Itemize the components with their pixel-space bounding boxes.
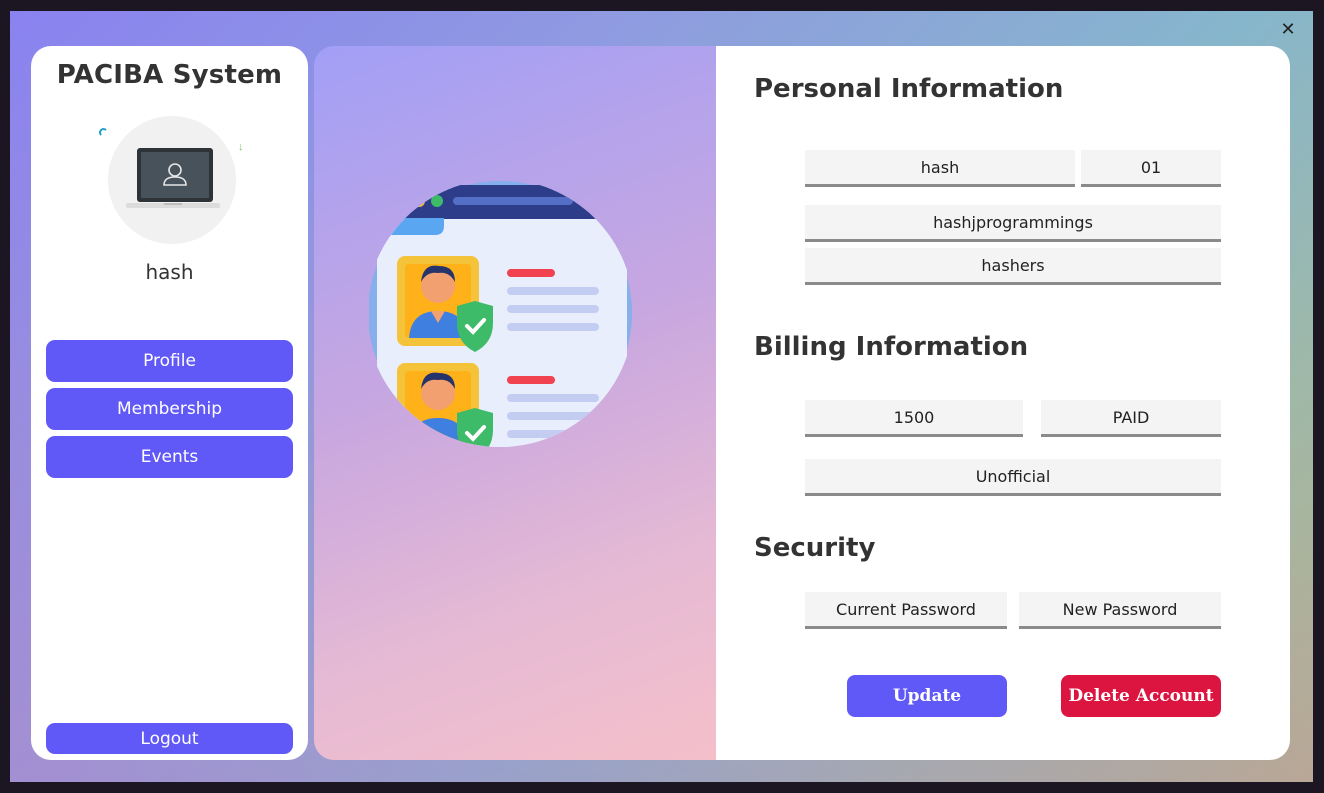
billing-info-title: Billing Information — [754, 332, 1029, 362]
decor-spark — [99, 128, 108, 137]
new-password-field[interactable]: New Password — [1019, 592, 1221, 629]
amount-field[interactable]: 1500 — [805, 400, 1023, 437]
avatar — [108, 116, 236, 244]
app-window: ✕ PACIBA System ↓ hash Profile Membershi… — [10, 11, 1313, 782]
payment-status-field[interactable]: PAID — [1041, 400, 1221, 437]
laptop-user-icon — [126, 148, 220, 208]
update-button[interactable]: Update — [847, 675, 1007, 717]
membership-button[interactable]: Membership — [46, 388, 293, 430]
receipt-type-field[interactable]: Unofficial — [805, 459, 1221, 496]
decor-spark: ↓ — [238, 141, 244, 153]
username: hash — [145, 260, 194, 284]
logout-button[interactable]: Logout — [46, 723, 293, 754]
account-form: Personal Information hash 01 hashjprogra… — [716, 46, 1290, 760]
current-password-field[interactable]: Current Password — [805, 592, 1007, 629]
app-title: PACIBA System — [56, 60, 283, 90]
group-field[interactable]: hashers — [805, 248, 1221, 285]
username-field[interactable]: hashjprogrammings — [805, 205, 1221, 242]
profile-button[interactable]: Profile — [46, 340, 293, 382]
delete-account-button[interactable]: Delete Account — [1061, 675, 1221, 717]
security-title: Security — [754, 533, 876, 563]
events-button[interactable]: Events — [46, 436, 293, 478]
illustration-panel — [314, 46, 716, 760]
name-field[interactable]: hash — [805, 150, 1075, 187]
main-card: Personal Information hash 01 hashjprogra… — [314, 46, 1290, 760]
user-profile-cards-verified-illustration — [369, 181, 632, 447]
sidebar: PACIBA System ↓ hash Profile Membership … — [31, 46, 308, 760]
personal-info-title: Personal Information — [754, 74, 1064, 104]
close-icon[interactable]: ✕ — [1279, 19, 1297, 40]
id-field[interactable]: 01 — [1081, 150, 1221, 187]
